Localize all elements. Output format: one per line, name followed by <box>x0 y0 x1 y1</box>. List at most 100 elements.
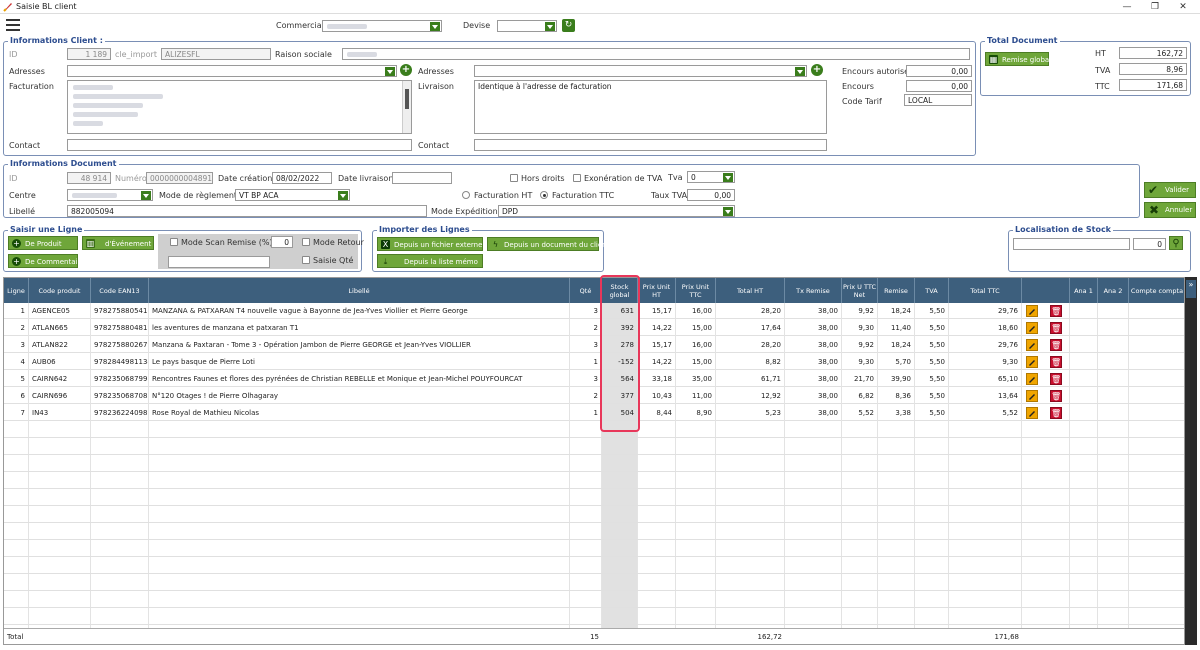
tva-select[interactable]: 0 <box>687 171 735 183</box>
centre-label: Centre <box>9 191 36 200</box>
centre-select[interactable] <box>67 189 153 201</box>
localisation-input[interactable] <box>1013 238 1130 250</box>
header-ligne[interactable]: Ligne <box>4 278 29 303</box>
empty-row <box>4 609 1184 625</box>
add-adresse-livraison-icon[interactable]: + <box>811 64 823 76</box>
commercial-select[interactable] <box>322 20 442 32</box>
header-compte[interactable]: Compte compta <box>1129 278 1184 303</box>
facturation-address[interactable] <box>67 80 412 134</box>
column-chooser-icon[interactable]: » <box>1186 280 1196 298</box>
remise-globale-button[interactable]: ▦ Remise globale <box>985 52 1055 66</box>
delete-trash-icon[interactable]: 🗑 <box>1050 373 1062 385</box>
livraison-address[interactable]: Identique à l'adresse de facturation <box>474 80 827 134</box>
header-remise[interactable]: Remise <box>878 278 915 303</box>
localisation-qty[interactable]: 0 <box>1133 238 1166 250</box>
annuler-button[interactable]: ✖ Annuler <box>1144 202 1196 218</box>
cell-libelle: Rencontres Faunes et flores des pyrénées… <box>149 371 570 387</box>
adresses-livraison-select[interactable] <box>474 65 807 77</box>
contact-field[interactable] <box>67 139 412 151</box>
lightning-icon: ϟ <box>492 240 499 249</box>
header-ean[interactable]: Code EAN13 <box>91 278 149 303</box>
raison-sociale-field[interactable] <box>342 48 970 60</box>
table-row[interactable]: 6 CAIRN696 9782350687087 N°120 Otages ! de … <box>4 388 1184 404</box>
hors-droits-checkbox[interactable] <box>510 174 518 182</box>
devise-select[interactable] <box>497 20 557 32</box>
adresses-facturation-select[interactable] <box>67 65 397 77</box>
table-row[interactable]: 3 ATLAN822 9782758802679 Manzana & Paxtaran… <box>4 337 1184 353</box>
delete-trash-icon[interactable]: 🗑 <box>1050 305 1062 317</box>
liste-memo-button[interactable]: ⤓ Depuis la liste mémo <box>377 254 483 268</box>
edit-pencil-icon[interactable] <box>1026 305 1038 317</box>
edit-pencil-icon[interactable] <box>1026 390 1038 402</box>
header-puht[interactable]: Prix Unit HT <box>638 278 676 303</box>
facturation-ht-radio[interactable] <box>462 191 470 199</box>
contact2-field[interactable] <box>474 139 827 151</box>
raison-sociale-label: Raison sociale <box>275 50 332 59</box>
header-puttc[interactable]: Prix Unit TTC <box>676 278 716 303</box>
delete-trash-icon[interactable]: 🗑 <box>1050 390 1062 402</box>
edit-pencil-icon[interactable] <box>1026 407 1038 419</box>
edit-pencil-icon[interactable] <box>1026 373 1038 385</box>
empty-row <box>4 524 1184 540</box>
table-row[interactable]: 4 AUB06 9782844981134 Le pays basque de Pie… <box>4 354 1184 370</box>
delete-trash-icon[interactable]: 🗑 <box>1050 322 1062 334</box>
date-livraison-field[interactable] <box>392 172 452 184</box>
cell-qte: 3 <box>570 303 602 319</box>
remise-field[interactable]: 0 <box>271 236 293 248</box>
header-qte[interactable]: Qté <box>570 278 602 303</box>
header-puttcnet[interactable]: Prix U TTC Net <box>842 278 878 303</box>
grid-scrollbar[interactable] <box>1185 277 1197 645</box>
table-row[interactable]: 2 ATLAN665 9782758804819 les aventures de m… <box>4 320 1184 336</box>
menu-icon[interactable] <box>6 19 20 31</box>
fichier-externe-button[interactable]: X Depuis un fichier externe <box>377 237 483 251</box>
cell-ean: 9782758805410 <box>91 303 149 319</box>
mode-expedition-select[interactable]: DPD <box>498 205 735 217</box>
cell-tva: 5,50 <box>915 371 949 387</box>
encours-autorise-field[interactable]: 0,00 <box>906 65 972 77</box>
delete-trash-icon[interactable]: 🗑 <box>1050 356 1062 368</box>
evenement-button[interactable]: ▥ d'Événement <box>82 236 154 250</box>
taux-tva-field[interactable]: 0,00 <box>687 189 735 201</box>
header-libelle[interactable]: Libellé <box>149 278 570 303</box>
facturation-ttc-radio[interactable] <box>540 191 548 199</box>
add-adresse-icon[interactable]: + <box>400 64 412 76</box>
table-row[interactable]: 7 IN43 9782362240980 Rose Royal de Mathieu … <box>4 405 1184 421</box>
close-button[interactable]: ✕ <box>1168 0 1198 14</box>
code-tarif-field[interactable]: LOCAL <box>904 94 972 106</box>
header-tva[interactable]: TVA <box>915 278 949 303</box>
minimize-button[interactable]: — <box>1112 0 1142 14</box>
delete-trash-icon[interactable]: 🗑 <box>1050 339 1062 351</box>
header-totht[interactable]: Total HT <box>716 278 785 303</box>
edit-pencil-icon[interactable] <box>1026 322 1038 334</box>
table-row[interactable]: 5 CAIRN642 9782350687995 Rencontres Faunes … <box>4 371 1184 387</box>
de-produit-button[interactable]: + De Produit <box>8 236 78 250</box>
search-icon[interactable]: ⚲ <box>1169 236 1183 250</box>
valider-button[interactable]: ✔ Valider <box>1144 182 1196 198</box>
de-commentaire-button[interactable]: + De Commentaire <box>8 254 84 268</box>
header-ana1[interactable]: Ana 1 <box>1070 278 1098 303</box>
cell-ean: 9782362240980 <box>91 405 149 421</box>
libelle-field[interactable]: 882005094 <box>67 205 427 217</box>
date-creation-field[interactable]: 08/02/2022 <box>272 172 332 184</box>
mode-retour-checkbox[interactable] <box>302 238 310 246</box>
header-code[interactable]: Code produit <box>29 278 91 303</box>
refresh-icon[interactable]: ↻ <box>562 19 575 32</box>
encours-field[interactable]: 0,00 <box>906 80 972 92</box>
mode-reglement-select[interactable]: VT BP ACA <box>235 189 350 201</box>
table-row[interactable]: 1 AGENCE05 9782758805410 MANZANA & PATXARAN… <box>4 303 1184 319</box>
delete-trash-icon[interactable]: 🗑 <box>1050 407 1062 419</box>
header-ana2[interactable]: Ana 2 <box>1098 278 1129 303</box>
encours-autorise-label: Encours autorisé <box>842 67 910 76</box>
edit-pencil-icon[interactable] <box>1026 356 1038 368</box>
saisie-qte-checkbox[interactable] <box>302 256 310 264</box>
header-act[interactable] <box>1022 278 1070 303</box>
mode-scan-checkbox[interactable] <box>170 238 178 246</box>
header-totttc[interactable]: Total TTC <box>949 278 1022 303</box>
header-txrem[interactable]: Tx Remise <box>785 278 842 303</box>
exoneration-checkbox[interactable] <box>573 174 581 182</box>
document-client-button[interactable]: ϟ Depuis un document du client <box>487 237 609 251</box>
edit-pencil-icon[interactable] <box>1026 339 1038 351</box>
maximize-button[interactable]: ❐ <box>1140 0 1170 14</box>
cell-totttc: 65,10 <box>949 371 1022 387</box>
scan-input[interactable] <box>168 256 270 268</box>
